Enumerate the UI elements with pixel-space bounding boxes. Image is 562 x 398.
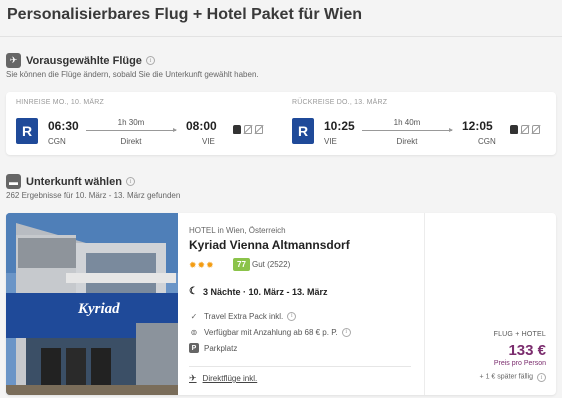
airline-logo: R xyxy=(292,118,314,144)
info-icon[interactable]: i xyxy=(145,56,155,65)
plane-icon: ✈ xyxy=(6,53,21,68)
feature-travel-pack: ✓ Travel Extra Pack inkl. i xyxy=(189,311,297,321)
outbound-baggage xyxy=(233,125,263,134)
later-fee-label: + 1 € später fällig xyxy=(479,373,534,381)
flights-section-subtitle: Sie können die Flüge ändern, sobald Sie … xyxy=(6,70,259,79)
hotel-location: HOTEL in Wien, Österreich xyxy=(189,226,286,235)
plane-icon: ✈ xyxy=(189,373,197,383)
outbound-duration: 1h 30m xyxy=(117,118,145,127)
stay-duration-label: 3 Nächte · 10. März - 13. März xyxy=(202,286,328,297)
feature-label: Parkplatz xyxy=(204,343,238,353)
hotel-name[interactable]: Kyriad Vienna Altmannsdorf xyxy=(189,238,350,252)
return-route-line xyxy=(362,128,453,132)
return-arr-code: CGN xyxy=(478,137,496,146)
return-label: RÜCKREISE DO., 13. MÄRZ xyxy=(292,99,388,106)
header-divider xyxy=(0,36,562,37)
no-bag-icon xyxy=(532,125,540,134)
stay-duration: ☾ 3 Nächte · 10. März - 13. März xyxy=(189,286,328,297)
airline-logo: R xyxy=(16,118,38,144)
outbound-leg[interactable]: HINREISE MO., 10. MÄRZ R 06:30 CGN 1h 30… xyxy=(16,92,276,155)
flights-section-header: ✈ Vorausgewählte Flüge i xyxy=(6,53,155,68)
return-arr-time: 12:05 xyxy=(462,119,493,133)
info-divider xyxy=(189,366,411,367)
rating-badge: 77 xyxy=(233,258,250,271)
check-icon: ✓ xyxy=(190,311,198,321)
return-duration: 1h 40m xyxy=(393,118,421,127)
feature-label: Verfügbar mit Anzahlung ab 68 € p. P. xyxy=(204,327,338,337)
return-baggage xyxy=(510,125,540,134)
no-bag-icon xyxy=(255,125,263,134)
outbound-route-line xyxy=(86,128,177,132)
direct-flights-label: Direktflüge inkl. xyxy=(202,374,258,383)
flight-card[interactable]: HINREISE MO., 10. MÄRZ R 06:30 CGN 1h 30… xyxy=(6,92,556,155)
moon-icon: ☾ xyxy=(189,286,198,297)
direct-flights-link[interactable]: ✈ Direktflüge inkl. xyxy=(189,373,257,384)
feature-deposit: ⊚ Verfügbar mit Anzahlung ab 68 € p. P. … xyxy=(189,327,351,337)
bag-icon xyxy=(233,125,241,134)
return-dep-time: 10:25 xyxy=(324,119,355,133)
outbound-arr-code: VIE xyxy=(202,137,215,146)
return-dep-code: VIE xyxy=(324,137,337,146)
price-column[interactable]: FLUG + HOTEL 133 € Preis pro Person + 1 … xyxy=(424,213,556,395)
info-icon[interactable]: i xyxy=(341,327,351,337)
hotel-photo[interactable]: Kyriad xyxy=(6,213,178,395)
no-bag-icon xyxy=(244,125,252,134)
package-label: FLUG + HOTEL xyxy=(493,331,546,338)
hotel-info: HOTEL in Wien, Österreich Kyriad Vienna … xyxy=(189,213,421,395)
info-icon[interactable]: i xyxy=(537,373,546,382)
return-stops: Direkt xyxy=(396,137,418,146)
info-icon[interactable]: i xyxy=(287,311,297,321)
price-per-person: Preis pro Person xyxy=(493,360,546,367)
later-fee: + 1 € später fällig i xyxy=(480,373,546,382)
outbound-dep-time: 06:30 xyxy=(48,119,79,133)
hotel-section-subtitle: 262 Ergebnisse für 10. März - 13. März g… xyxy=(6,191,181,200)
feature-parking: P Parkplatz xyxy=(189,343,237,353)
hotel-sign: Kyriad xyxy=(78,301,120,317)
price: 133 € xyxy=(508,342,546,359)
outbound-arr-time: 08:00 xyxy=(186,119,217,133)
hotel-section-title: Unterkunft wählen xyxy=(26,175,122,188)
hotel-stars: ✹✹✹ xyxy=(189,260,215,270)
outbound-stops: Direkt xyxy=(120,137,142,146)
hotel-card[interactable]: Kyriad HOTEL in Wien, Österreich Kyriad … xyxy=(6,213,556,395)
flights-section-title: Vorausgewählte Flüge xyxy=(26,54,142,67)
no-bag-icon xyxy=(521,125,529,134)
page-title: Personalisierbares Flug + Hotel Paket fü… xyxy=(7,6,363,23)
feature-label: Travel Extra Pack inkl. xyxy=(204,311,284,321)
outbound-dep-code: CGN xyxy=(48,137,66,146)
parking-icon: P xyxy=(189,343,199,353)
bed-icon: ▬ xyxy=(6,174,21,189)
rating-label: Gut (2522) xyxy=(252,260,291,269)
coins-icon: ⊚ xyxy=(190,327,198,337)
return-leg[interactable]: RÜCKREISE DO., 13. MÄRZ R 10:25 VIE 1h 4… xyxy=(292,92,552,155)
info-icon[interactable]: i xyxy=(125,177,135,186)
hotel-section-header: ▬ Unterkunft wählen i xyxy=(6,174,135,189)
outbound-label: HINREISE MO., 10. MÄRZ xyxy=(16,99,105,106)
bag-icon xyxy=(510,125,518,134)
